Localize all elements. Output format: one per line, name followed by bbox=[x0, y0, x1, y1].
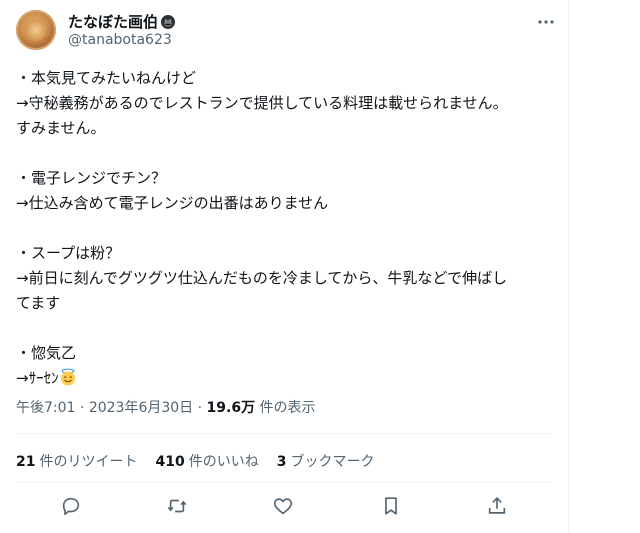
avatar[interactable] bbox=[16, 10, 56, 50]
tweet-line-text: →ｻｰｾﾝ bbox=[16, 369, 59, 387]
tweet-time[interactable]: 午後7:01 bbox=[16, 400, 75, 416]
bookmarks-stat[interactable]: 3 ブックマーク bbox=[277, 451, 375, 471]
smiling-face-with-halo-icon bbox=[59, 368, 77, 386]
tweet-date[interactable]: 2023年6月30日 bbox=[89, 400, 193, 416]
tweet-line: →守秘義務があるのでレストランで提供している料理は載せられません。 bbox=[16, 94, 508, 112]
more-options-icon[interactable] bbox=[536, 12, 556, 32]
tweet-line: てます bbox=[16, 294, 61, 312]
avatar-image bbox=[25, 19, 47, 41]
tweet-line: →仕込み含めて電子レンジの出番はありません bbox=[16, 194, 329, 212]
reply-icon[interactable] bbox=[60, 495, 84, 519]
views-count: 19.6万 bbox=[206, 400, 256, 416]
tweet-header: たなぼた画伯 @tanabota623 bbox=[16, 10, 556, 54]
bookmarks-count: 3 bbox=[276, 454, 287, 470]
tweet-line bbox=[16, 141, 556, 166]
tweet-line: ・スープは粉？ bbox=[16, 244, 121, 262]
divider bbox=[16, 433, 552, 434]
action-bar bbox=[16, 490, 552, 524]
tweet-line: ・惚気乙 bbox=[16, 344, 77, 362]
tweet-line: ・本気見てみたいねんけど bbox=[16, 69, 197, 87]
engagement-stats: 21 件のリツイート 410 件のいいね 3 ブックマーク bbox=[16, 451, 392, 471]
column-border bbox=[568, 0, 569, 533]
tweet-line-last: →ｻｰｾﾝ bbox=[16, 366, 556, 391]
display-name[interactable]: たなぼた画伯 bbox=[68, 11, 158, 32]
likes-count: 410 bbox=[155, 454, 185, 470]
likes-label: 件のいいね bbox=[188, 454, 259, 470]
tweet-text: ・本気見てみたいねんけど →守秘義務があるのでレストランで提供している料理は載せ… bbox=[16, 66, 556, 391]
tweet-line bbox=[16, 216, 556, 241]
retweets-stat[interactable]: 21 件のリツイート bbox=[16, 451, 137, 471]
retweets-label: 件のリツイート bbox=[39, 454, 138, 470]
retweet-icon[interactable] bbox=[166, 495, 190, 519]
bookmarks-label: ブックマーク bbox=[290, 454, 375, 470]
tweet-meta: 午後7:01 · 2023年6月30日 · 19.6万 件の表示 bbox=[16, 397, 316, 417]
tweet-line: すみません。 bbox=[16, 119, 106, 137]
name-row: たなぼた画伯 bbox=[68, 11, 176, 32]
user-handle[interactable]: @tanabota623 bbox=[68, 32, 172, 48]
share-icon[interactable] bbox=[486, 495, 510, 519]
meta-separator: · bbox=[193, 400, 207, 416]
like-icon[interactable] bbox=[272, 495, 296, 519]
gorilla-icon bbox=[160, 14, 176, 30]
tweet-line: →前日に刻んでグツグツ仕込んだものを冷ましてから、牛乳などで伸ばし bbox=[16, 269, 508, 287]
divider bbox=[16, 482, 552, 483]
bookmark-icon[interactable] bbox=[380, 495, 404, 519]
tweet-line bbox=[16, 316, 556, 341]
meta-separator: · bbox=[75, 400, 89, 416]
likes-stat[interactable]: 410 件のいいね bbox=[155, 451, 258, 471]
tweet-line: ・電子レンジでチン？ bbox=[16, 169, 167, 187]
views-label: 件の表示 bbox=[255, 400, 316, 416]
retweets-count: 21 bbox=[16, 454, 36, 470]
